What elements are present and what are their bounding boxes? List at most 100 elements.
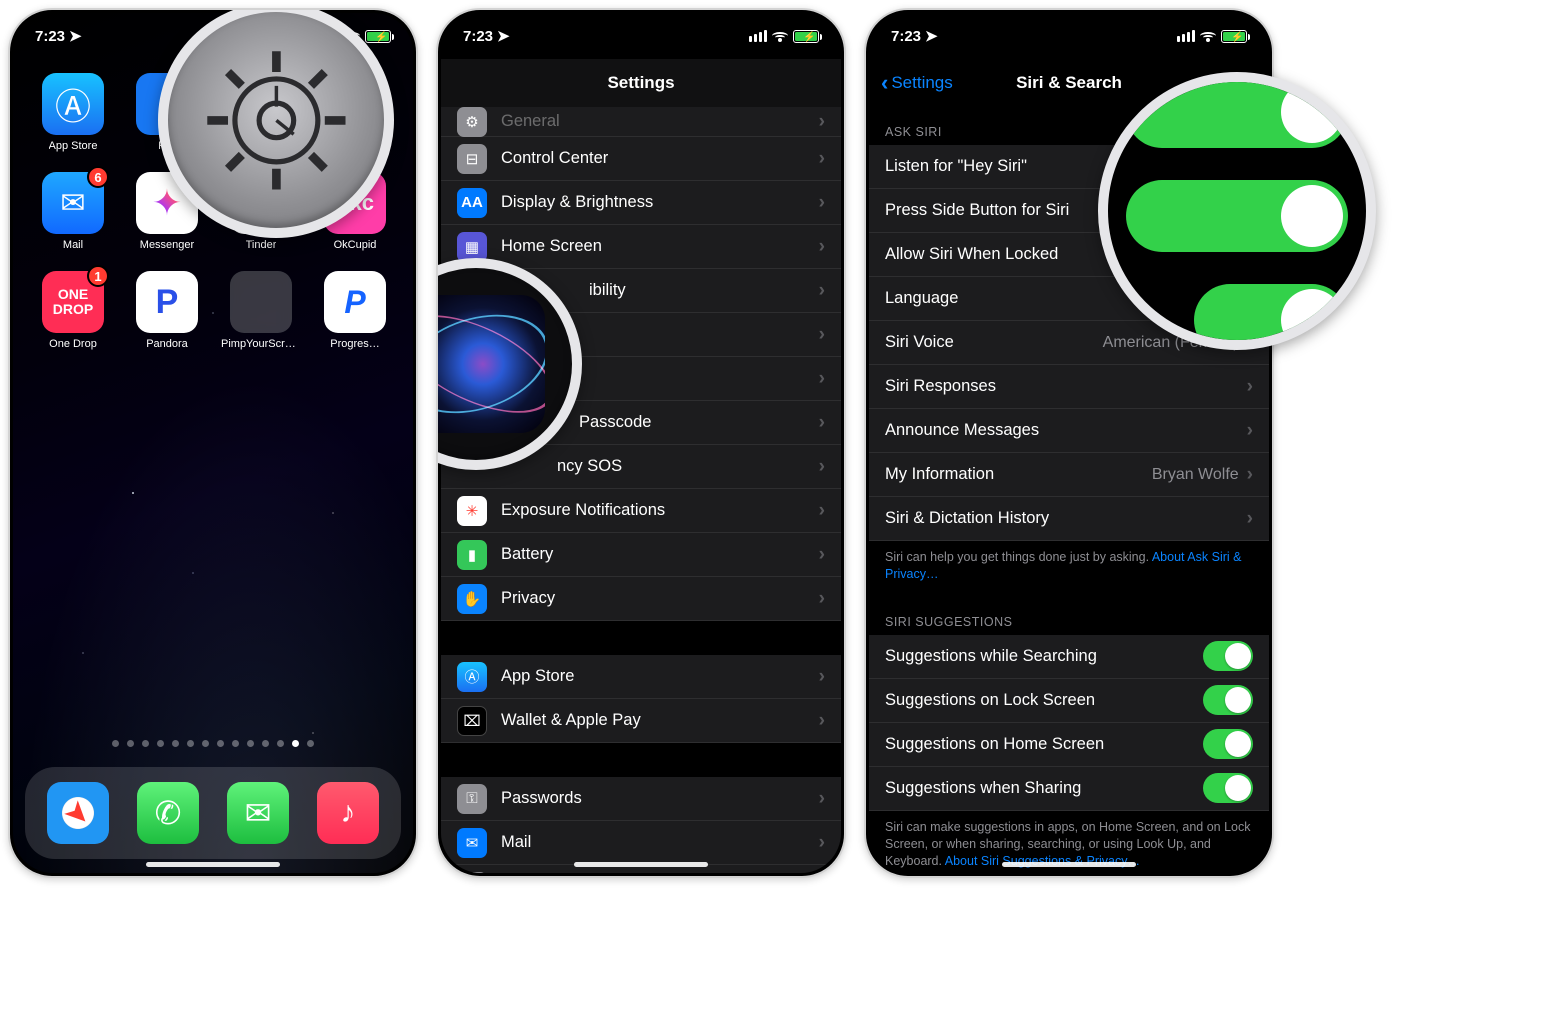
- row-control-center[interactable]: ⊟ Control Center ›: [441, 137, 841, 181]
- privacy-icon: ✋: [457, 584, 487, 614]
- app-pandora[interactable]: P Pandora: [125, 271, 209, 350]
- chevron-right-icon: ›: [819, 456, 825, 478]
- chevron-right-icon: ›: [819, 588, 825, 610]
- row-privacy[interactable]: ✋ Privacy ›: [441, 577, 841, 621]
- dock-phone[interactable]: ✆: [137, 782, 199, 844]
- chevron-right-icon: ›: [819, 544, 825, 566]
- app-onedrop[interactable]: ONE DROP 1 One Drop: [31, 271, 115, 350]
- row-suggestions-sharing[interactable]: Suggestions when Sharing: [869, 767, 1269, 811]
- onedrop-badge: 1: [87, 265, 109, 287]
- chevron-right-icon: ›: [1247, 464, 1253, 486]
- row-suggestions-searching[interactable]: Suggestions while Searching: [869, 635, 1269, 679]
- tutorial-three-up: 7:23 ➤ ⚡ Ⓐ App Store: [0, 0, 1560, 886]
- row-announce-messages[interactable]: Announce Messages ›: [869, 409, 1269, 453]
- cellular-icon: [749, 30, 767, 42]
- row-general[interactable]: ⚙︎ General ›: [441, 107, 841, 137]
- row-my-information[interactable]: My Information Bryan Wolfe ›: [869, 453, 1269, 497]
- messenger-icon: ✦: [152, 182, 182, 224]
- switches-icon: ⊟: [457, 144, 487, 174]
- back-button[interactable]: ‹ Settings: [881, 59, 953, 107]
- status-time: 7:23: [35, 28, 65, 45]
- battery-settings-icon: ▮: [457, 540, 487, 570]
- folder-icon: [230, 271, 292, 333]
- chevron-right-icon: ›: [819, 280, 825, 302]
- location-icon: ➤: [497, 27, 510, 45]
- wifi-icon: [1200, 30, 1216, 42]
- home-indicator[interactable]: [146, 862, 280, 867]
- location-icon: ➤: [69, 27, 82, 45]
- row-appstore[interactable]: Ⓐ App Store ›: [441, 655, 841, 699]
- row-siri-history[interactable]: Siri & Dictation History ›: [869, 497, 1269, 541]
- toggle-suggestions-lockscreen[interactable]: [1203, 685, 1253, 715]
- app-mail[interactable]: ✉︎ 6 Mail: [31, 172, 115, 251]
- wallet-icon: ⌧: [457, 706, 487, 736]
- row-passwords[interactable]: ⚿ Passwords ›: [441, 777, 841, 821]
- messages-icon: ✉︎: [245, 794, 272, 832]
- gear-icon: ⚙︎: [457, 107, 487, 137]
- battery-icon: ⚡: [1221, 30, 1247, 43]
- row-siri-responses[interactable]: Siri Responses ›: [869, 365, 1269, 409]
- toggle-suggestions-searching[interactable]: [1203, 641, 1253, 671]
- music-icon: ♪: [341, 796, 356, 830]
- chevron-right-icon: ›: [819, 788, 825, 810]
- toggle-suggestions-sharing[interactable]: [1203, 773, 1253, 803]
- page-indicator[interactable]: [13, 740, 413, 747]
- status-bar: 7:23 ➤ ⚡: [441, 13, 841, 59]
- exposure-icon: ✳︎: [457, 496, 487, 526]
- chevron-right-icon: ›: [819, 148, 825, 170]
- chevron-right-icon: ›: [819, 412, 825, 434]
- chevron-right-icon: ›: [819, 368, 825, 390]
- status-bar: 7:23 ➤ ⚡: [869, 13, 1269, 59]
- chevron-right-icon: ›: [819, 710, 825, 732]
- chevron-right-icon: ›: [819, 500, 825, 522]
- location-icon: ➤: [925, 27, 938, 45]
- appstore-settings-icon: Ⓐ: [457, 662, 487, 692]
- key-icon: ⚿: [457, 784, 487, 814]
- row-display-brightness[interactable]: AA Display & Brightness ›: [441, 181, 841, 225]
- back-label: Settings: [891, 73, 952, 93]
- mail-icon: ✉︎: [60, 186, 85, 221]
- navbar-title: Settings: [607, 73, 674, 93]
- dock-messages[interactable]: ✉︎: [227, 782, 289, 844]
- cellular-icon: [1177, 30, 1195, 42]
- chevron-right-icon: ›: [819, 666, 825, 688]
- battery-icon: ⚡: [365, 30, 391, 43]
- dock: ➤ ✆ ✉︎ ♪: [25, 767, 401, 859]
- big-toggle-top: [1126, 76, 1348, 148]
- status-time: 7:23: [891, 28, 921, 45]
- chevron-right-icon: ›: [1247, 508, 1253, 530]
- dock-safari[interactable]: ➤: [47, 782, 109, 844]
- dock-music[interactable]: ♪: [317, 782, 379, 844]
- row-battery[interactable]: ▮ Battery ›: [441, 533, 841, 577]
- footer-ask-siri: Siri can help you get things done just b…: [869, 541, 1269, 597]
- navbar-title: Siri & Search: [1016, 73, 1122, 93]
- settings-list[interactable]: ⚙︎ General › ⊟ Control Center › AA Displ…: [441, 107, 841, 873]
- safari-icon: ➤: [57, 792, 100, 835]
- section-siri-suggestions: SIRI SUGGESTIONS: [869, 597, 1269, 635]
- app-progress[interactable]: P Progres…: [313, 271, 397, 350]
- chevron-right-icon: ›: [819, 236, 825, 258]
- row-suggestions-lockscreen[interactable]: Suggestions on Lock Screen: [869, 679, 1269, 723]
- siri-icon: [436, 295, 545, 433]
- chevron-right-icon: ›: [1247, 420, 1253, 442]
- home-indicator[interactable]: [1002, 862, 1136, 867]
- chevron-right-icon: ›: [819, 324, 825, 346]
- phone-settings: 7:23 ➤ ⚡ Settings ⚙︎ General ›: [436, 8, 846, 878]
- row-suggestions-homescreen[interactable]: Suggestions on Home Screen: [869, 723, 1269, 767]
- phone-icon: ✆: [155, 794, 182, 832]
- row-exposure-notifications[interactable]: ✳︎ Exposure Notifications ›: [441, 489, 841, 533]
- navbar: Settings: [441, 59, 841, 107]
- magnifier-siri-toggles: [1098, 72, 1376, 350]
- app-appstore[interactable]: Ⓐ App Store: [31, 73, 115, 152]
- row-mail[interactable]: ✉︎ Mail ›: [441, 821, 841, 865]
- big-toggle-mid: [1126, 180, 1348, 252]
- folder-pimpyourscreen[interactable]: PimpYourScreen: [219, 271, 303, 350]
- progress-icon: P: [344, 284, 365, 321]
- battery-icon: ⚡: [793, 30, 819, 43]
- chevron-right-icon: ›: [819, 832, 825, 854]
- magnifier-settings-icon: [158, 8, 394, 238]
- home-indicator[interactable]: [574, 862, 708, 867]
- toggle-suggestions-homescreen[interactable]: [1203, 729, 1253, 759]
- appstore-icon: Ⓐ: [55, 78, 91, 130]
- row-wallet[interactable]: ⌧ Wallet & Apple Pay ›: [441, 699, 841, 743]
